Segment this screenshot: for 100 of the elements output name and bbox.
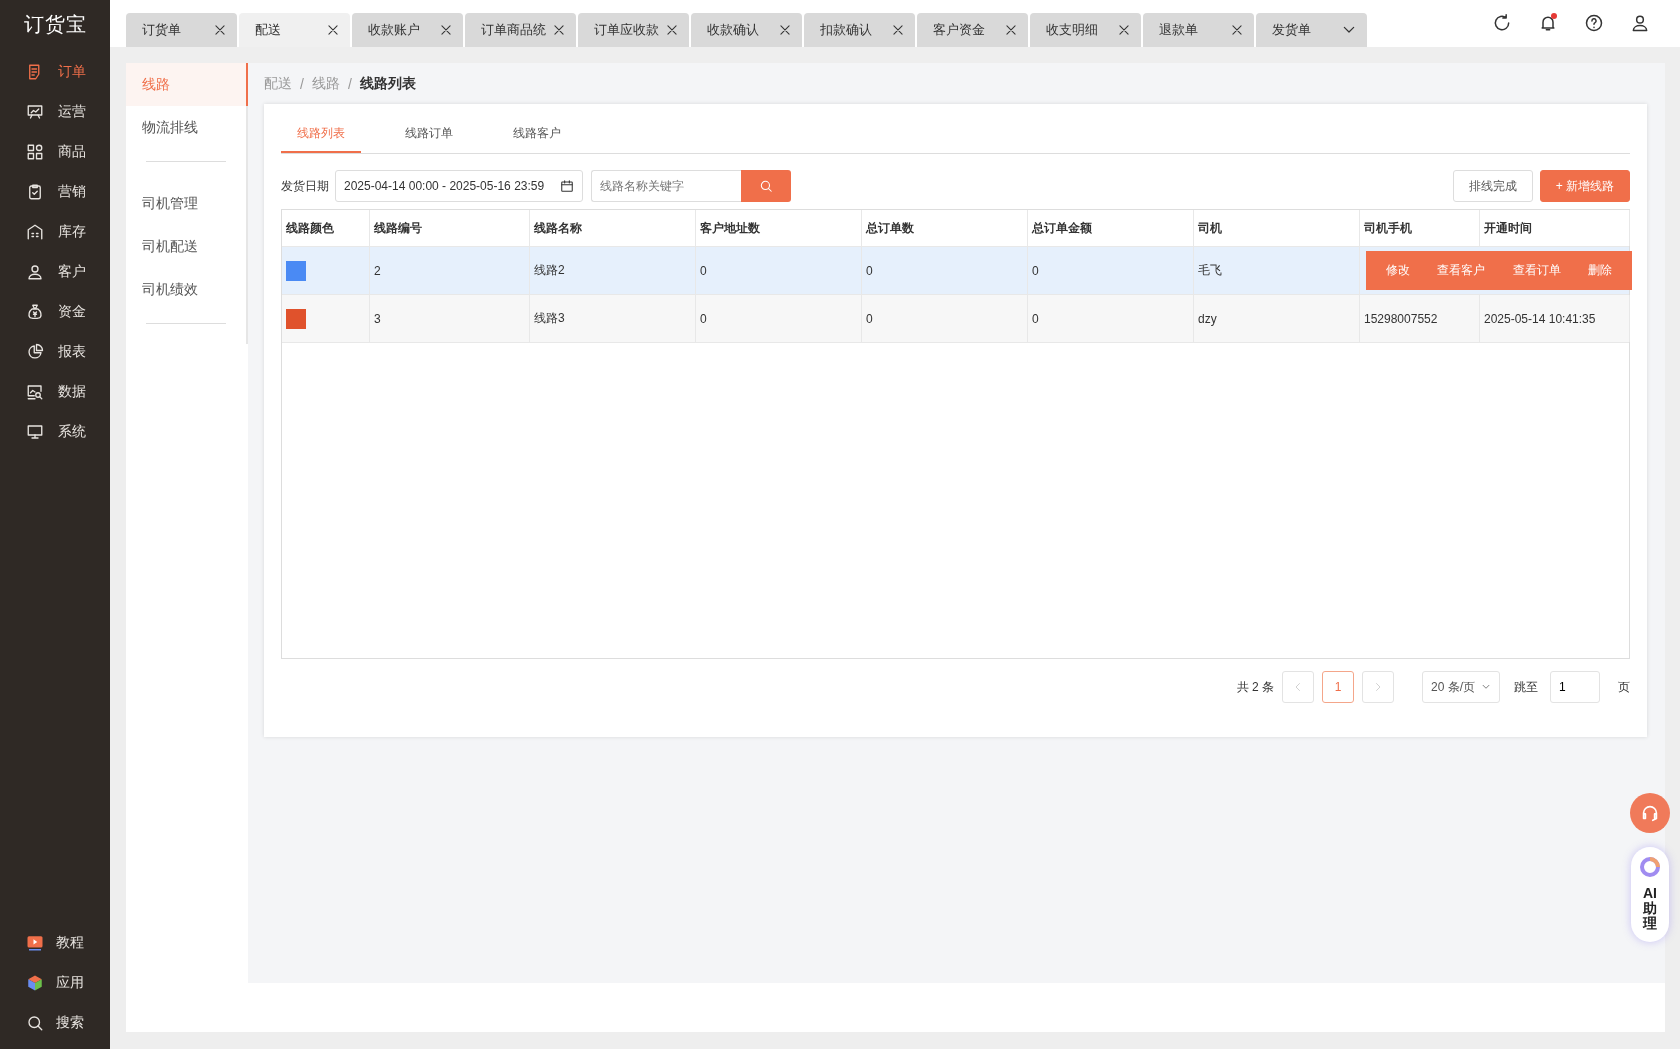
search-field[interactable]: 线路名称关键字 bbox=[591, 170, 741, 202]
close-icon bbox=[1004, 23, 1018, 37]
search-icon bbox=[26, 1014, 44, 1032]
column-header: 司机 bbox=[1194, 210, 1360, 246]
close-icon bbox=[665, 23, 679, 37]
nav-item[interactable]: 教程 bbox=[0, 923, 110, 963]
page-suffix: 页 bbox=[1618, 678, 1630, 696]
page-tab[interactable]: 收款确认 bbox=[691, 13, 802, 47]
nav-item[interactable]: 运营 bbox=[0, 92, 110, 132]
date-range-field[interactable]: 2025-04-14 00:00 - 2025-05-16 23:59 bbox=[335, 170, 583, 202]
clipboard-icon bbox=[26, 183, 44, 201]
cube-icon bbox=[26, 974, 44, 992]
table-cell: 2025-05-14 10:41:35 bbox=[1480, 295, 1630, 342]
table-cell: 3 bbox=[370, 295, 530, 342]
ring-logo-icon bbox=[1638, 855, 1662, 879]
column-header: 总订单金额 bbox=[1028, 210, 1194, 246]
chart-board-icon bbox=[26, 103, 44, 121]
money-bag-icon bbox=[26, 303, 44, 321]
close-icon bbox=[326, 23, 340, 37]
search-button[interactable] bbox=[741, 170, 791, 202]
grid-icon bbox=[26, 143, 44, 161]
column-header: 线路颜色 bbox=[282, 210, 370, 246]
nav-item[interactable]: 营销 bbox=[0, 172, 110, 212]
chart-search-icon bbox=[26, 383, 44, 401]
nav-item[interactable]: 应用 bbox=[0, 963, 110, 1003]
table-cell: 0 bbox=[1028, 247, 1194, 294]
table-cell: 2 bbox=[370, 247, 530, 294]
close-icon bbox=[552, 23, 566, 37]
submenu-item[interactable]: 司机管理 bbox=[126, 182, 246, 225]
calendar-icon bbox=[560, 179, 574, 193]
close-icon bbox=[213, 23, 227, 37]
user-icon bbox=[1630, 13, 1650, 33]
nav-item[interactable]: 搜索 bbox=[0, 1003, 110, 1043]
nav-item[interactable]: 库存 bbox=[0, 212, 110, 252]
nav-item[interactable]: 商品 bbox=[0, 132, 110, 172]
nav-item[interactable]: 订单 bbox=[0, 52, 110, 92]
column-header: 司机手机 bbox=[1360, 210, 1480, 246]
breadcrumb-item: 线路列表 bbox=[359, 74, 416, 93]
content-tab[interactable]: 线路客户 bbox=[497, 116, 577, 153]
page-tab[interactable]: 扣款确认 bbox=[804, 13, 915, 47]
pie-chart-icon bbox=[26, 343, 44, 361]
submenu-item[interactable]: 司机绩效 bbox=[126, 268, 246, 311]
nav-item[interactable]: 系统 bbox=[0, 412, 110, 452]
page-jump-field[interactable]: 1 bbox=[1550, 671, 1600, 703]
table-cell: 15298007552 bbox=[1360, 295, 1480, 342]
page-tab[interactable]: 发货单 bbox=[1256, 13, 1367, 47]
page-tab[interactable]: 退款单 bbox=[1143, 13, 1254, 47]
column-header: 总订单数 bbox=[862, 210, 1028, 246]
table-cell: 线路3 bbox=[530, 295, 696, 342]
close-icon bbox=[778, 23, 792, 37]
video-play-icon bbox=[26, 934, 44, 952]
table-cell: 0 bbox=[1028, 295, 1194, 342]
column-header: 线路编号 bbox=[370, 210, 530, 246]
table-cell: 毛飞 bbox=[1194, 247, 1360, 294]
table-cell: 0 bbox=[862, 295, 1028, 342]
column-header: 线路名称 bbox=[530, 210, 696, 246]
close-icon bbox=[891, 23, 905, 37]
page-tab[interactable]: 订货单 bbox=[126, 13, 237, 47]
close-icon bbox=[1117, 23, 1131, 37]
help-icon bbox=[1584, 13, 1604, 33]
content-tab[interactable]: 线路订单 bbox=[389, 116, 469, 153]
table-cell: 0 bbox=[696, 295, 862, 342]
ai-assistant-button[interactable]: AI 助理 bbox=[1631, 847, 1669, 942]
breadcrumb-separator: / bbox=[347, 75, 352, 92]
nav-item[interactable]: 客户 bbox=[0, 252, 110, 292]
submenu-item[interactable]: 司机配送 bbox=[126, 225, 246, 268]
total-count: 共 2 条 bbox=[1236, 678, 1274, 696]
prev-page-button[interactable] bbox=[1282, 671, 1314, 703]
column-header: 开通时间 bbox=[1480, 210, 1630, 246]
page-tab[interactable]: 收款账户 bbox=[352, 13, 463, 47]
table-cell: dzy bbox=[1194, 295, 1360, 342]
warehouse-icon bbox=[26, 223, 44, 241]
nav-item[interactable]: 数据 bbox=[0, 372, 110, 412]
notification-dot bbox=[1551, 13, 1557, 19]
table-row[interactable]: 3 线路3 0 0 0 dzy 15298007552 2025-05-14 10:41:35 bbox=[282, 295, 1629, 343]
nav-item[interactable]: 报表 bbox=[0, 332, 110, 372]
close-icon bbox=[439, 23, 453, 37]
table-cell: 0 bbox=[862, 247, 1028, 294]
table-cell: 0 bbox=[696, 247, 862, 294]
search-icon bbox=[759, 179, 773, 193]
close-icon bbox=[1230, 23, 1244, 37]
person-icon bbox=[26, 263, 44, 281]
filter-label: 发货日期 bbox=[281, 177, 329, 195]
page-tab[interactable]: 订单商品统 bbox=[465, 13, 576, 47]
page-tab[interactable]: 订单应收款 bbox=[578, 13, 689, 47]
chevron-down-icon bbox=[1481, 682, 1491, 692]
page-tab[interactable]: 收支明细 bbox=[1030, 13, 1141, 47]
next-page-button[interactable] bbox=[1362, 671, 1394, 703]
monitor-icon bbox=[26, 423, 44, 441]
action-button[interactable]: 排线完成 bbox=[1452, 170, 1533, 202]
breadcrumb-separator: / bbox=[300, 75, 304, 92]
page-tab[interactable]: 客户资金 bbox=[917, 13, 1028, 47]
refresh-icon bbox=[1492, 13, 1512, 33]
logo: 订货宝 bbox=[22, 11, 88, 37]
page-tab[interactable]: 配送 bbox=[239, 13, 350, 47]
nav-item[interactable]: 资金 bbox=[0, 292, 110, 332]
jump-label: 跳至 bbox=[1514, 678, 1538, 696]
table-cell: 线路2 bbox=[530, 247, 696, 294]
page-size-select[interactable]: 20 条/页 bbox=[1422, 671, 1500, 703]
submenu-item[interactable]: 物流排线 bbox=[126, 106, 246, 149]
